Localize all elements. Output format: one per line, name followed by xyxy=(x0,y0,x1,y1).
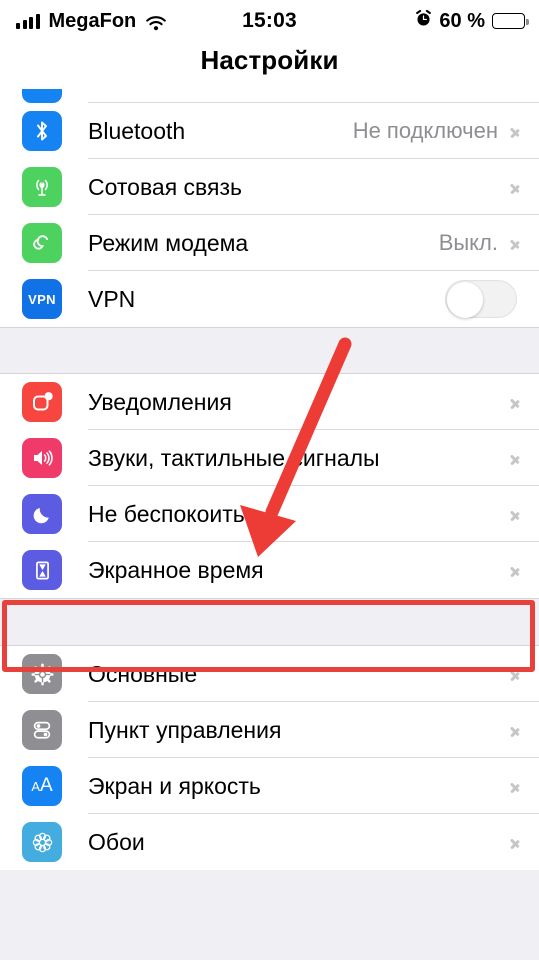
chevron-right-icon xyxy=(510,665,521,684)
settings-row-label: Экран и яркость xyxy=(88,772,261,799)
section-connectivity: Bluetooth Не подключен Сотовая связь Режим … xyxy=(0,103,539,327)
settings-row[interactable]: Сотовая связь xyxy=(0,159,539,215)
wallpaper-icon xyxy=(22,822,62,862)
settings-row-label: Экранное время xyxy=(88,556,264,583)
toggle-knob xyxy=(447,282,483,318)
display-brightness-icon: AA xyxy=(22,766,62,806)
settings-row[interactable]: Bluetooth Не подключен xyxy=(0,103,539,159)
wifi-icon xyxy=(145,13,167,31)
bluetooth-icon xyxy=(22,111,62,151)
chevron-right-icon xyxy=(510,721,521,740)
chevron-right-icon xyxy=(510,449,521,468)
settings-row-label: Уведомления xyxy=(88,388,232,415)
settings-row-label: Bluetooth xyxy=(88,117,186,144)
settings-row[interactable]: VPN VPN xyxy=(0,271,539,327)
settings-row-value: Выкл. xyxy=(438,230,498,255)
status-bar-right: 60 % xyxy=(415,9,529,33)
settings-row[interactable]: Уведомления xyxy=(0,374,539,430)
section-divider-2 xyxy=(0,598,539,646)
section-divider-1 xyxy=(0,327,539,374)
sounds-icon xyxy=(22,438,62,478)
chevron-right-icon xyxy=(510,561,521,580)
general-gear-icon xyxy=(22,654,62,694)
settings-row[interactable]: Экранное время xyxy=(0,542,539,598)
chevron-right-icon xyxy=(510,178,521,197)
settings-row-label: Пункт управления xyxy=(88,716,282,743)
chevron-right-icon xyxy=(510,505,521,524)
section-system: Основные Пункт управления A A Экран и яркост… xyxy=(0,646,539,870)
settings-row[interactable]: Не беспокоить xyxy=(0,486,539,542)
chevron-right-icon xyxy=(510,393,521,412)
battery-icon xyxy=(492,13,529,29)
personal-hotspot-icon xyxy=(22,223,62,263)
settings-list: Bluetooth Не подключен Сотовая связь Режим … xyxy=(0,89,539,870)
control-center-icon xyxy=(22,710,62,750)
battery-percent-label: 60 % xyxy=(439,9,485,32)
settings-row[interactable]: A A Экран и яркость xyxy=(0,758,539,814)
settings-row-label: Звуки, тактильные сигналы xyxy=(88,444,380,471)
do-not-disturb-icon xyxy=(22,494,62,534)
status-bar-left: MegaFon xyxy=(16,10,167,33)
settings-row[interactable]: Звуки, тактильные сигналы xyxy=(0,430,539,486)
settings-row-label: Обои xyxy=(88,828,145,855)
carrier-label: MegaFon xyxy=(48,9,137,32)
settings-screen: MegaFon 15:03 60 % Настройки Bluetooth Н… xyxy=(0,0,539,960)
settings-row-label: Режим модема xyxy=(88,229,249,256)
chevron-right-icon xyxy=(510,777,521,796)
settings-row[interactable]: Режим модема Выкл. xyxy=(0,215,539,271)
vpn-toggle[interactable] xyxy=(445,280,517,318)
settings-row[interactable]: Обои xyxy=(0,814,539,870)
settings-row-label: VPN xyxy=(88,285,136,312)
notifications-icon xyxy=(22,382,62,422)
settings-row-label: Не беспокоить xyxy=(88,500,245,527)
settings-row[interactable]: Основные xyxy=(0,646,539,702)
settings-row[interactable]: Пункт управления xyxy=(0,702,539,758)
partial-row-wifi[interactable] xyxy=(0,89,539,103)
settings-row-label: Сотовая связь xyxy=(88,173,243,200)
signal-bars-icon xyxy=(16,13,40,29)
chevron-right-icon xyxy=(510,122,521,141)
wifi-settings-icon xyxy=(22,89,62,103)
vpn-icon: VPN xyxy=(22,279,62,319)
status-bar: MegaFon 15:03 60 % xyxy=(0,0,539,42)
chevron-right-icon xyxy=(510,234,521,253)
screen-time-icon xyxy=(22,550,62,590)
section-alerts: Уведомления Звуки, тактильные сигналы Не б… xyxy=(0,374,539,598)
navigation-bar: Настройки xyxy=(0,42,539,89)
cellular-icon xyxy=(22,167,62,207)
chevron-right-icon xyxy=(510,833,521,852)
settings-row-value: Не подключен xyxy=(352,118,498,143)
page-title: Настройки xyxy=(200,45,339,75)
alarm-clock-icon xyxy=(415,9,432,33)
settings-row-label: Основные xyxy=(88,660,198,687)
